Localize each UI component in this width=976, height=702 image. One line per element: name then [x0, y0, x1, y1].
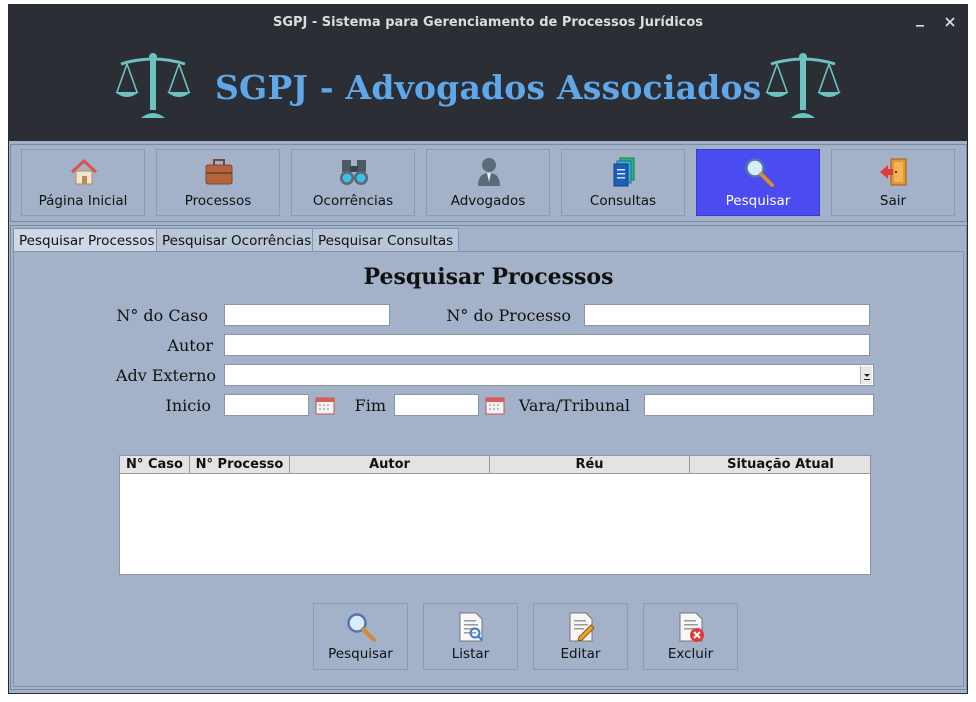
banner-title: SGPJ - Advogados Associados [215, 68, 762, 107]
nav-label: Página Inicial [38, 193, 128, 209]
tab-pesquisar-ocorrencias[interactable]: Pesquisar Ocorrências [156, 228, 318, 252]
listar-label: Listar [451, 646, 490, 662]
nav-label: Processos [184, 193, 252, 209]
nav-label: Consultas [589, 193, 657, 209]
column-header[interactable]: Autor [290, 456, 490, 474]
numero-caso-label: N° do Caso [116, 306, 208, 325]
calendar-icon[interactable] [315, 395, 335, 415]
column-header[interactable]: Situação Atual [690, 456, 871, 474]
pesquisar-label: Pesquisar [328, 646, 393, 662]
nav-label: Pesquisar [725, 193, 791, 209]
column-header[interactable]: N° Caso [120, 456, 190, 474]
editar-label: Editar [560, 646, 601, 662]
form-title: Pesquisar Processos [363, 264, 614, 290]
nav-label: Advogados [450, 193, 526, 209]
document-edit-icon [569, 612, 595, 642]
tab-pesquisar-consultas[interactable]: Pesquisar Consultas [312, 228, 460, 252]
numero-processo-label: N° do Processo [446, 306, 571, 325]
nav-sair-button[interactable]: Sair [831, 149, 955, 216]
nav-pesquisar-button[interactable]: Pesquisar [696, 149, 820, 216]
magnifier-icon [745, 158, 774, 187]
nav-advogados-button[interactable]: Advogados [426, 149, 550, 216]
home-icon [70, 158, 98, 185]
chevron-down-icon[interactable] [860, 366, 872, 384]
vara-tribunal-label: Vara/Tribunal [518, 396, 630, 415]
magnifier-icon [347, 613, 376, 642]
vara-tribunal-input[interactable] [644, 394, 874, 416]
tab-pesquisar-processos[interactable]: Pesquisar Processos [13, 228, 161, 252]
numero-processo-input[interactable] [584, 304, 870, 326]
briefcase-icon [205, 159, 233, 185]
fim-date-input[interactable] [394, 394, 479, 416]
nav-processos-button[interactable]: Processos [156, 149, 280, 216]
column-header[interactable]: N° Processo [190, 456, 290, 474]
title-bar[interactable]: SGPJ - Sistema para Gerenciamento de Pro… [9, 5, 967, 41]
document-delete-icon [679, 612, 704, 642]
binoculars-icon [340, 160, 368, 185]
fim-label: Fim [354, 396, 386, 415]
adv-externo-select[interactable] [224, 364, 874, 386]
minimize-button[interactable] [912, 14, 928, 30]
calendar-icon[interactable] [485, 395, 505, 415]
editar-button[interactable]: Editar [533, 603, 628, 670]
inicio-label: Inicio [165, 396, 211, 415]
tab-content: Pesquisar Processos N° do Caso N° do Pro… [13, 251, 964, 687]
pesquisar-button[interactable]: Pesquisar [313, 603, 408, 670]
autor-input[interactable] [224, 334, 870, 356]
numero-caso-input[interactable] [224, 304, 390, 326]
autor-label: Autor [167, 336, 213, 355]
scales-of-justice-icon [115, 53, 191, 118]
nav-toolbar: Página Inicial Processos Ocorrências Adv… [10, 144, 967, 222]
inicio-date-input[interactable] [224, 394, 309, 416]
excluir-button[interactable]: Excluir [643, 603, 738, 670]
scales-of-justice-icon [765, 53, 841, 118]
banner: SGPJ - Advogados Associados [9, 41, 967, 141]
nav-label: Ocorrências [312, 193, 394, 209]
document-list-icon [459, 612, 483, 642]
excluir-label: Excluir [667, 646, 714, 662]
column-header[interactable]: Réu [490, 456, 690, 474]
close-button[interactable] [942, 14, 958, 30]
nav-home-button[interactable]: Página Inicial [21, 149, 145, 216]
nav-ocorrencias-button[interactable]: Ocorrências [291, 149, 415, 216]
documents-icon [613, 157, 635, 187]
nav-label: Sair [879, 193, 907, 209]
table-header: N° Caso N° Processo Autor Réu Situação A… [120, 456, 870, 474]
results-table[interactable]: N° Caso N° Processo Autor Réu Situação A… [119, 455, 871, 575]
listar-button[interactable]: Listar [423, 603, 518, 670]
minimize-icon [916, 25, 924, 27]
main-window: SGPJ - Sistema para Gerenciamento de Pro… [8, 4, 968, 694]
exit-door-icon [880, 158, 907, 186]
window-title: SGPJ - Sistema para Gerenciamento de Pro… [272, 15, 704, 30]
adv-externo-label: Adv Externo [115, 366, 216, 385]
search-panel: Pesquisar Processos Pesquisar Ocorrência… [10, 225, 967, 690]
person-icon [478, 158, 500, 186]
close-icon [945, 17, 955, 27]
nav-consultas-button[interactable]: Consultas [561, 149, 685, 216]
